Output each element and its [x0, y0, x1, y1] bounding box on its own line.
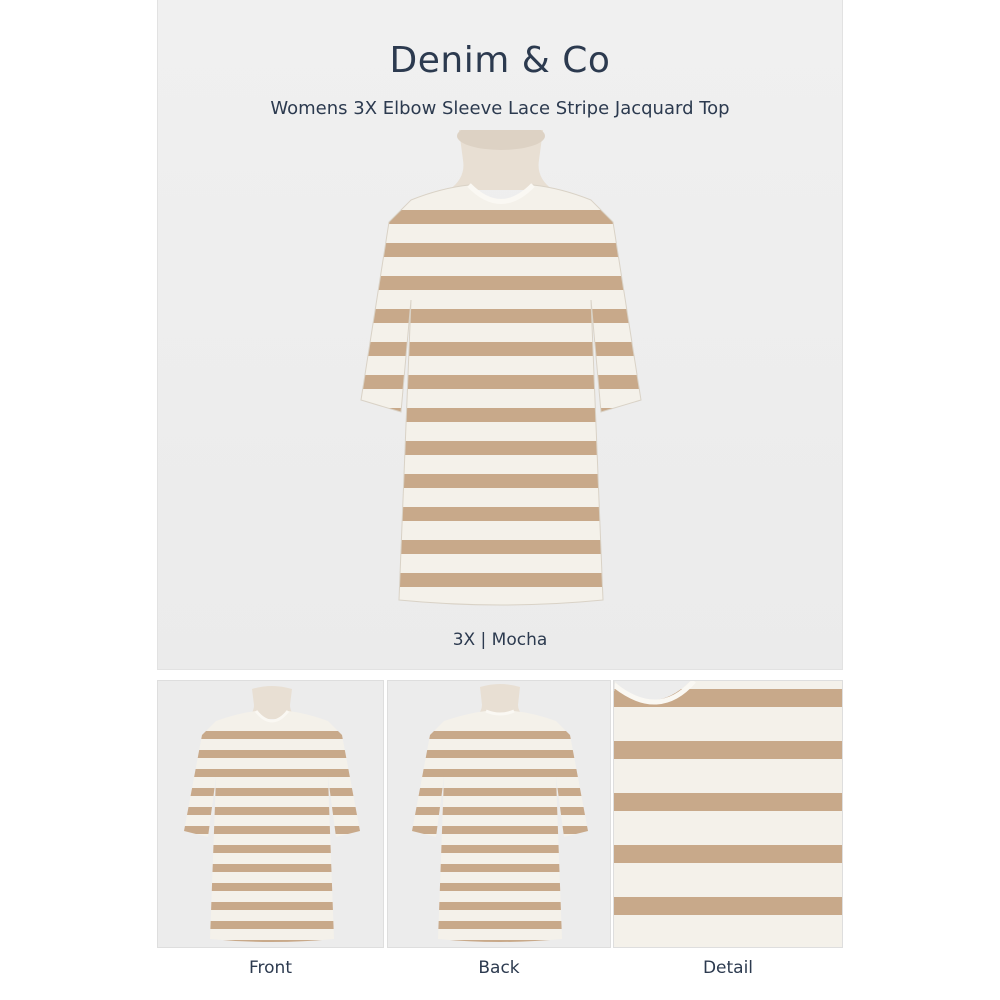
front-thumbnail[interactable]: [157, 680, 384, 948]
stripe: [361, 309, 641, 323]
stripe: [341, 606, 661, 620]
stripe: [184, 731, 360, 739]
brand-title: Denim & Co: [389, 40, 611, 81]
stripe: [361, 441, 641, 455]
stripe: [614, 741, 842, 759]
stripe: [361, 408, 641, 422]
front-caption: Front: [249, 958, 292, 978]
hero-product-image[interactable]: [341, 130, 661, 620]
front-image: [184, 686, 360, 942]
stripe: [184, 807, 360, 815]
stripe: [412, 826, 588, 834]
stripe: [184, 769, 360, 777]
back-caption: Back: [478, 958, 520, 978]
stripe: [412, 750, 588, 758]
stripe: [412, 883, 588, 891]
stripe: [361, 375, 641, 389]
back-thumbnail[interactable]: [387, 680, 611, 948]
stripe: [184, 902, 360, 910]
detail-caption: Detail: [702, 958, 754, 978]
stripe: [412, 807, 588, 815]
stripe: [361, 507, 641, 521]
stripe: [184, 921, 360, 929]
stripe: [614, 845, 842, 863]
stripe: [361, 474, 641, 488]
hero-panel: Denim & Co Womens 3X Elbow Sleeve Lace S…: [157, 0, 843, 670]
stripe: [412, 864, 588, 872]
stripe: [412, 902, 588, 910]
variant-label: 3X | Mocha: [452, 630, 548, 650]
stripe: [361, 540, 641, 554]
stripe: [361, 342, 641, 356]
stripe: [361, 276, 641, 290]
detail-image: [614, 681, 842, 947]
stripe: [184, 883, 360, 891]
stripe: [412, 921, 588, 929]
stripe: [184, 750, 360, 758]
product-title: Womens 3X Elbow Sleeve Lace Stripe Jacqu…: [270, 98, 730, 119]
back-image: [412, 684, 588, 942]
stripe: [412, 845, 588, 853]
stripe: [361, 243, 641, 257]
stripe: [184, 940, 360, 942]
stripe: [361, 573, 641, 587]
stripe: [184, 864, 360, 872]
stripe: [412, 731, 588, 739]
stripe: [184, 845, 360, 853]
stripe: [614, 793, 842, 811]
stripe: [184, 788, 360, 796]
stripe: [412, 769, 588, 777]
stripe: [184, 826, 360, 834]
stripe: [614, 897, 842, 915]
stripe: [412, 940, 588, 942]
stripe: [412, 788, 588, 796]
detail-thumbnail[interactable]: [613, 680, 843, 948]
